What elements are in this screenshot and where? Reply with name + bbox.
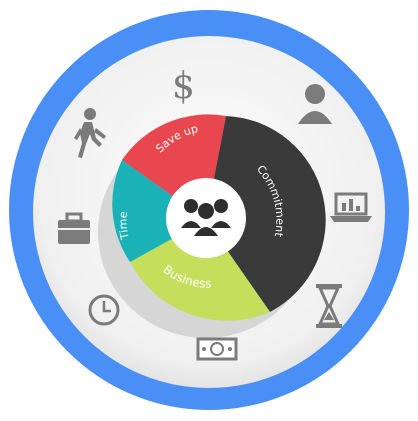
diagram-canvas: Save up Commitment Business Time $ [9, 10, 409, 410]
money-icon [196, 337, 238, 361]
dollar-icon: $ [172, 66, 195, 107]
segment-label-time: Time [116, 211, 131, 242]
